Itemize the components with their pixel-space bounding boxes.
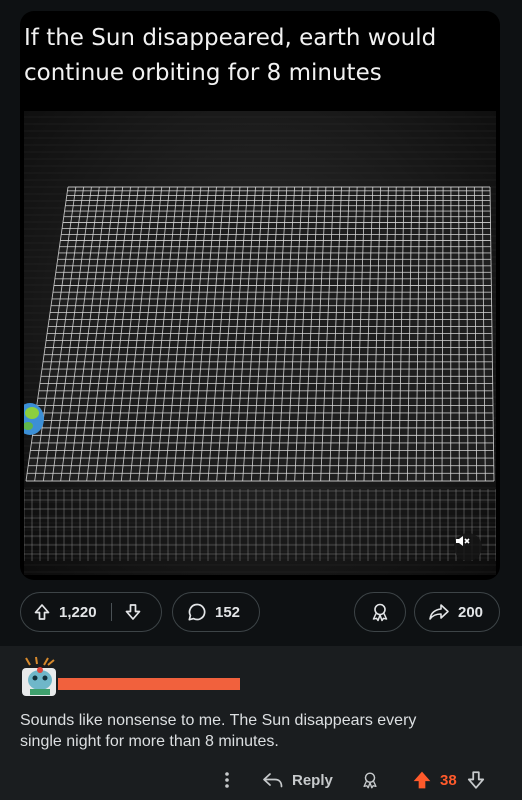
award-icon	[372, 603, 388, 622]
downvote-arrow-icon[interactable]	[124, 603, 142, 621]
share-count: 200	[458, 603, 484, 621]
commenter-avatar[interactable]	[20, 656, 60, 698]
more-options-button[interactable]	[215, 762, 239, 798]
muted-speaker-icon	[456, 536, 470, 546]
post-caption: If the Sun disappeared, earth would cont…	[24, 25, 437, 86]
post-action-bar: 1,220 152 200	[20, 592, 500, 634]
redacted-username	[58, 678, 240, 690]
comments-button[interactable]: 152	[172, 592, 260, 632]
comment-downvote-button[interactable]	[466, 762, 486, 798]
reply-label: Reply	[292, 771, 333, 789]
comment-count: 152	[215, 603, 241, 621]
mute-button[interactable]	[454, 533, 482, 561]
upvote-count: 1,220	[59, 603, 97, 621]
vertical-dots-icon	[225, 772, 229, 788]
comment-award-button[interactable]	[360, 762, 380, 798]
share-arrow-icon	[429, 604, 449, 620]
comment-bubble-icon	[188, 603, 206, 621]
comment-action-bar: Reply 38	[0, 762, 522, 798]
comment-score: 38	[440, 771, 457, 789]
downvote-arrow-icon	[467, 771, 485, 789]
share-button[interactable]: 200	[414, 592, 500, 632]
award-icon	[363, 772, 377, 789]
post-media-card[interactable]: If the Sun disappeared, earth would cont…	[20, 11, 500, 580]
upvote-filled-icon	[413, 771, 431, 789]
award-button[interactable]	[354, 592, 406, 632]
reply-button[interactable]: Reply	[262, 762, 333, 798]
reply-arrow-icon	[263, 773, 283, 788]
snoo-avatar-icon	[22, 656, 56, 696]
upvote-arrow-icon[interactable]	[33, 603, 51, 621]
spacetime-grid	[24, 116, 496, 573]
vote-control: 1,220	[20, 592, 162, 632]
vote-divider	[110, 603, 112, 621]
comment-body: Sounds like nonsense to me. The Sun disa…	[20, 712, 417, 750]
comment-upvote-button[interactable]	[412, 762, 432, 798]
video-frame[interactable]	[24, 111, 496, 575]
